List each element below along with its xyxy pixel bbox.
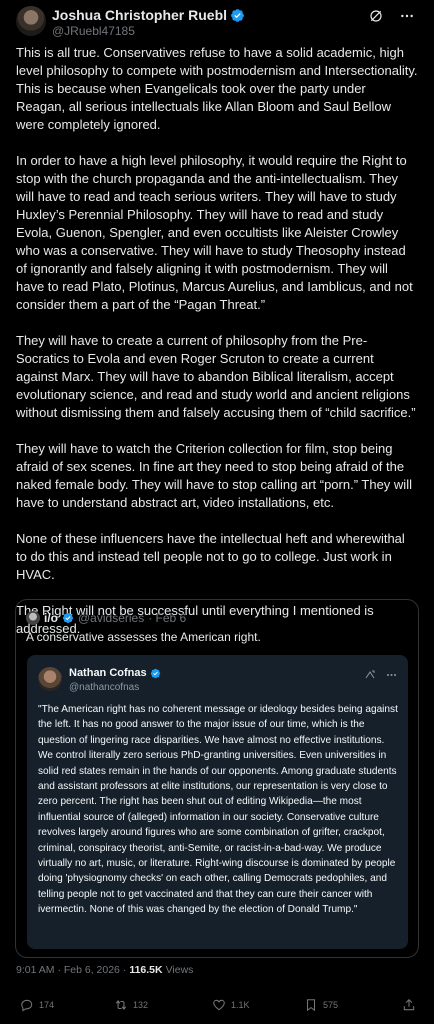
post-paragraph: This is all true. Conservatives refuse t… [16, 45, 418, 132]
verified-badge-icon [62, 612, 74, 624]
action-bar: 174 132 1.1K 575 [0, 998, 434, 1018]
repost-icon [115, 1000, 127, 1010]
embedded-author-avatar [38, 667, 62, 691]
reply-count: 174 [39, 1000, 55, 1010]
repost-count: 132 [133, 1000, 149, 1010]
reply-button[interactable]: 174 [20, 998, 54, 1012]
embedded-author-name-line: Nathan Cofnas [69, 667, 161, 679]
post-meta: 9:01 AM · Feb 6, 2026 · 116.5K Views [16, 964, 193, 976]
bookmark-count: 575 [323, 1000, 339, 1010]
grok-icon [365, 670, 375, 679]
post-paragraph: In order to have a high level philosophy… [16, 153, 413, 312]
bookmark-icon [306, 999, 316, 1012]
heart-icon [213, 999, 225, 1011]
like-button[interactable]: 1.1K [212, 998, 250, 1012]
more-options-icon[interactable] [398, 8, 416, 24]
post-header: Joshua Christopher Ruebl @JRuebl47185 [16, 6, 418, 42]
quoted-post-text: A conservative assesses the American rig… [26, 630, 261, 644]
post-paragraph: None of these influencers have the intel… [16, 531, 405, 582]
views-count: 116.5K [129, 964, 163, 976]
quoted-author-handle[interactable]: @avidseries [78, 611, 144, 625]
post-body: This is all true. Conservatives refuse t… [16, 44, 418, 656]
post-paragraph: They will have to watch the Criterion co… [16, 441, 412, 510]
share-icon [403, 999, 415, 1011]
bookmark-button[interactable]: 575 [304, 998, 338, 1012]
share-button[interactable] [402, 998, 416, 1012]
quoted-post-header: i/o @avidseries · Feb 6 [26, 611, 186, 625]
grok-icon[interactable] [368, 8, 384, 24]
like-count: 1.1K [231, 1000, 250, 1010]
more-options-icon [387, 674, 396, 676]
embedded-author-name: Nathan Cofnas [69, 667, 147, 679]
embedded-post-text: "The American right has no coherent mess… [38, 704, 398, 916]
quoted-author-avatar[interactable] [26, 611, 40, 625]
quoted-author-name[interactable]: i/o [44, 611, 58, 625]
post-timestamp[interactable]: 9:01 AM · Feb 6, 2026 · [16, 964, 126, 976]
embedded-post-card: Nathan Cofnas @nathancofnas "The America… [27, 655, 408, 949]
author-name[interactable]: Joshua Christopher Ruebl [52, 7, 227, 23]
verified-badge-icon [150, 668, 160, 678]
post-paragraph: They will have to create a current of ph… [16, 333, 416, 420]
reply-icon [21, 999, 33, 1012]
author-name-line: Joshua Christopher Ruebl [52, 7, 245, 23]
quoted-post-date: · Feb 6 [148, 611, 187, 625]
quoted-post[interactable]: i/o @avidseries · Feb 6 A conservative a… [15, 599, 419, 958]
author-handle[interactable]: @JRuebl47185 [52, 24, 135, 38]
verified-badge-icon [231, 8, 244, 22]
embedded-author-handle: @nathancofnas [69, 682, 140, 693]
author-avatar[interactable] [16, 6, 46, 36]
repost-button[interactable]: 132 [114, 998, 148, 1012]
views-label: Views [165, 964, 194, 976]
